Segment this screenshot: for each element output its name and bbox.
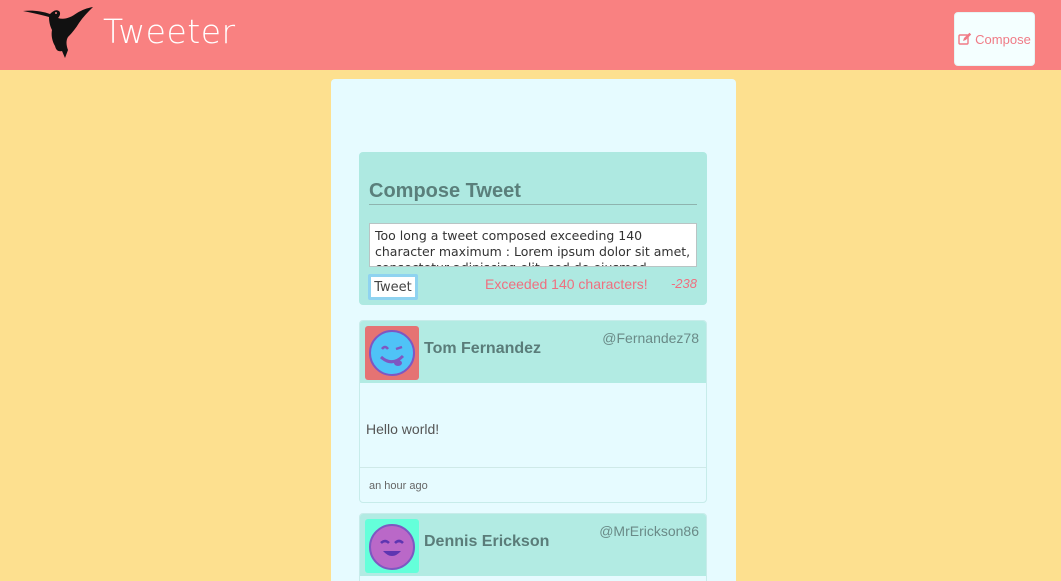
error-message: Exceeded 140 characters!: [485, 276, 648, 292]
compose-title: Compose Tweet: [369, 180, 697, 205]
tweet-header: Dennis Erickson @MrErickson86: [360, 514, 706, 576]
app-title: Tweeter: [103, 12, 236, 51]
author-handle[interactable]: @MrErickson86: [599, 523, 699, 539]
author-name: Dennis Erickson: [424, 533, 550, 550]
avatar-icon: [365, 519, 419, 573]
tweet-header: Tom Fernandez @Fernandez78: [360, 321, 706, 383]
top-navbar: Tweeter Compose: [0, 0, 1061, 70]
compose-button-label: Compose: [975, 31, 1031, 47]
tweet-text: Hello world!: [366, 421, 440, 437]
tweet-footer: an hour ago: [360, 467, 706, 502]
author-handle[interactable]: @Fernandez78: [602, 330, 699, 346]
compose-button[interactable]: Compose: [954, 12, 1035, 66]
tweet-card: Dennis Erickson @MrErickson86: [359, 513, 707, 581]
avatar-icon: [365, 326, 419, 380]
tweet-input[interactable]: Too long a tweet composed exceeding 140 …: [369, 223, 697, 267]
author-name: Tom Fernandez: [424, 340, 542, 357]
tweet-button[interactable]: Tweet: [368, 274, 418, 300]
tweet-card: Tom Fernandez @Fernandez78 Hello world! …: [359, 320, 707, 503]
tweet-timestamp: an hour ago: [369, 480, 428, 492]
edit-icon: [958, 32, 972, 45]
character-counter: -238: [670, 276, 697, 291]
hummingbird-logo-icon: [23, 7, 93, 58]
compose-tweet-panel: Compose Tweet Too long a tweet composed …: [359, 152, 707, 305]
